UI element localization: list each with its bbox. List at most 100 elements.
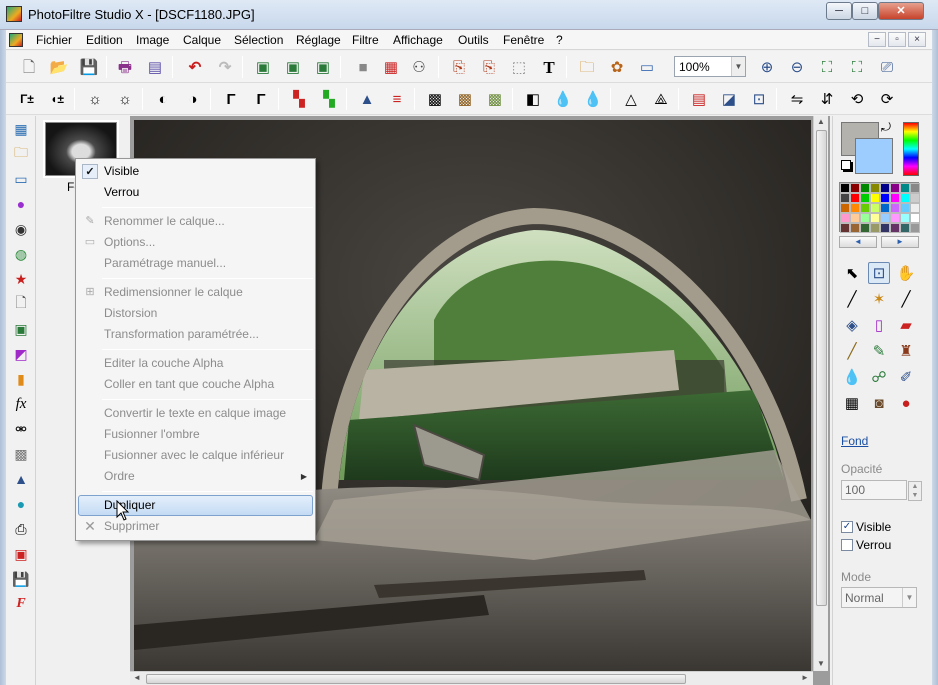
swap-colors-icon[interactable]: ⤾ <box>881 120 891 135</box>
screen-capture-icon[interactable]: ▣ <box>12 545 30 563</box>
palette-swatch[interactable] <box>910 203 920 213</box>
auto-contrast-icon[interactable]: Γ± <box>16 88 38 110</box>
plugins-icon[interactable]: ✿ <box>606 56 628 78</box>
mask-icon[interactable]: ◪ <box>718 88 740 110</box>
gamma-plus-icon[interactable]: Γ <box>250 88 272 110</box>
grayscale-icon[interactable]: ◧ <box>522 88 544 110</box>
menu-outils[interactable]: Outils <box>458 33 489 47</box>
vertical-scroll-thumb[interactable] <box>816 130 827 606</box>
palette-swatch[interactable] <box>890 213 900 223</box>
palette-swatch[interactable] <box>910 183 920 193</box>
menu-fenetre[interactable]: Fenêtre <box>503 33 544 47</box>
saturation-plus-icon[interactable]: ▚ <box>318 88 340 110</box>
contrast-plus-icon[interactable]: ◑ <box>182 88 204 110</box>
maximize-button[interactable]: □ <box>852 2 878 20</box>
palette-swatch[interactable] <box>850 193 860 203</box>
palette-swatch[interactable] <box>860 213 870 223</box>
opacity-input[interactable]: 100 ▲ ▼ <box>841 480 922 501</box>
new-file-icon[interactable]: 🗋 <box>18 56 40 78</box>
mode-select[interactable]: Normal ▼ <box>841 587 917 608</box>
palette-swatch[interactable] <box>900 193 910 203</box>
visible-checkbox[interactable]: ✓ Visible <box>841 520 891 534</box>
saturation-minus-icon[interactable]: ▚ <box>288 88 310 110</box>
menu-item-delete[interactable]: ✕ Supprimer <box>78 516 313 537</box>
zoom-select[interactable]: 100% ▼ <box>674 56 746 77</box>
copy-image-icon[interactable]: ▣ <box>282 56 304 78</box>
palette-swatch[interactable] <box>860 203 870 213</box>
menu-item-parametric-transform[interactable]: Transformation paramétrée... <box>78 324 313 345</box>
palette-swatch[interactable] <box>880 183 890 193</box>
menu-item-distortion[interactable]: Distorsion <box>78 303 313 324</box>
menu-item-convert-text[interactable]: Convertir le texte en calque image <box>78 403 313 424</box>
color-spectrum[interactable] <box>903 122 919 176</box>
blur-drop-icon[interactable]: 💧 <box>841 366 863 388</box>
paint-bucket-icon[interactable]: ◈ <box>841 314 863 336</box>
selection-rect-icon[interactable]: ⊡ <box>868 262 890 284</box>
spray-icon[interactable]: ▯ <box>868 314 890 336</box>
palette-swatch[interactable] <box>880 223 890 233</box>
magic-wand-icon[interactable]: ✶ <box>868 288 890 310</box>
gray-square-icon[interactable]: ■ <box>352 56 374 78</box>
gamma-minus-icon[interactable]: Γ <box>220 88 242 110</box>
fit-window-icon[interactable]: ⛶ <box>846 56 868 78</box>
portrait-icon[interactable]: ◙ <box>868 392 890 414</box>
menu-fichier[interactable]: Fichier <box>36 33 72 47</box>
text-tool-icon[interactable]: T <box>538 56 560 78</box>
menu-calque[interactable]: Calque <box>183 33 221 47</box>
menu-item-visible[interactable]: ✓ Visible <box>78 161 313 182</box>
color-grid-icon[interactable]: ▦ <box>380 56 402 78</box>
menu-edition[interactable]: Edition <box>86 33 123 47</box>
zoom-in-icon[interactable]: ⊕ <box>756 56 778 78</box>
globe-icon[interactable]: ◍ <box>12 245 30 263</box>
menu-item-rename[interactable]: ✎ Renommer le calque... <box>78 211 313 232</box>
palette-swatch[interactable] <box>840 223 850 233</box>
advanced-brush-icon[interactable]: ✎ <box>868 340 890 362</box>
fullscreen-icon[interactable]: ⎚ <box>876 56 898 78</box>
triangle-double-icon[interactable]: ⟁ <box>650 88 672 110</box>
floppy-2000-icon[interactable]: 💾 <box>12 570 30 588</box>
menu-item-order[interactable]: Ordre ▶ <box>78 466 313 487</box>
photofiltre-logo-icon[interactable]: F <box>12 595 30 613</box>
checkmark-icon[interactable]: ✓ <box>841 521 853 533</box>
menu-item-paste-alpha[interactable]: Coller en tant que couche Alpha <box>78 374 313 395</box>
scroll-right-icon[interactable]: ► <box>801 673 809 682</box>
palette-swatch[interactable] <box>850 213 860 223</box>
menu-item-merge-down[interactable]: Fusionner avec le calque inférieur <box>78 445 313 466</box>
explorer-panel-icon[interactable]: 🗀 <box>12 144 30 163</box>
undo-icon[interactable]: ↶ <box>184 56 206 78</box>
clone-grid-icon[interactable]: ▦ <box>841 392 863 414</box>
sphere-icon[interactable]: ● <box>12 195 30 213</box>
palette-swatch[interactable] <box>850 223 860 233</box>
vertical-scrollbar[interactable]: ▲ ▼ <box>813 116 828 671</box>
palette-swatch[interactable] <box>840 193 850 203</box>
palette-swatch[interactable] <box>880 203 890 213</box>
palette-swatch[interactable] <box>870 203 880 213</box>
landscape-icon[interactable]: ▣ <box>12 320 30 338</box>
palette-swatch[interactable] <box>860 223 870 233</box>
palette-swatch[interactable] <box>880 213 890 223</box>
pattern-dark-icon[interactable]: ▩ <box>424 88 446 110</box>
tab-fond[interactable]: Fond <box>841 434 868 448</box>
palette-swatch[interactable] <box>840 183 850 193</box>
auto-levels-icon[interactable]: ◖± <box>46 88 68 110</box>
rotate-right-icon[interactable]: ⟳ <box>876 88 898 110</box>
scroll-left-icon[interactable]: ◄ <box>133 673 141 682</box>
page-icon[interactable]: 🗋 <box>12 294 30 313</box>
gradient-icon[interactable]: ▤ <box>688 88 710 110</box>
menu-item-resize-layer[interactable]: ⊞ Redimensionner le calque <box>78 282 313 303</box>
mdi-close-button[interactable]: × <box>908 32 926 47</box>
palette-swatch[interactable] <box>900 223 910 233</box>
palette-swatch[interactable] <box>910 223 920 233</box>
fit-image-icon[interactable]: ⛶ <box>816 56 838 78</box>
orange-fill-icon[interactable]: ▮ <box>12 370 30 388</box>
palette-swatch[interactable] <box>910 193 920 203</box>
palette-swatch[interactable] <box>860 193 870 203</box>
lock-checkbox[interactable]: Verrou <box>841 538 891 552</box>
palette-swatch[interactable] <box>900 183 910 193</box>
palette-next-button[interactable]: ► <box>881 236 919 248</box>
chevron-down-icon[interactable]: ▼ <box>902 588 916 607</box>
film-icon[interactable]: ⎙ <box>12 520 30 538</box>
paste-image-icon[interactable]: ▣ <box>312 56 334 78</box>
minimize-button[interactable]: ─ <box>826 2 852 20</box>
mdi-minimize-button[interactable]: − <box>868 32 886 47</box>
